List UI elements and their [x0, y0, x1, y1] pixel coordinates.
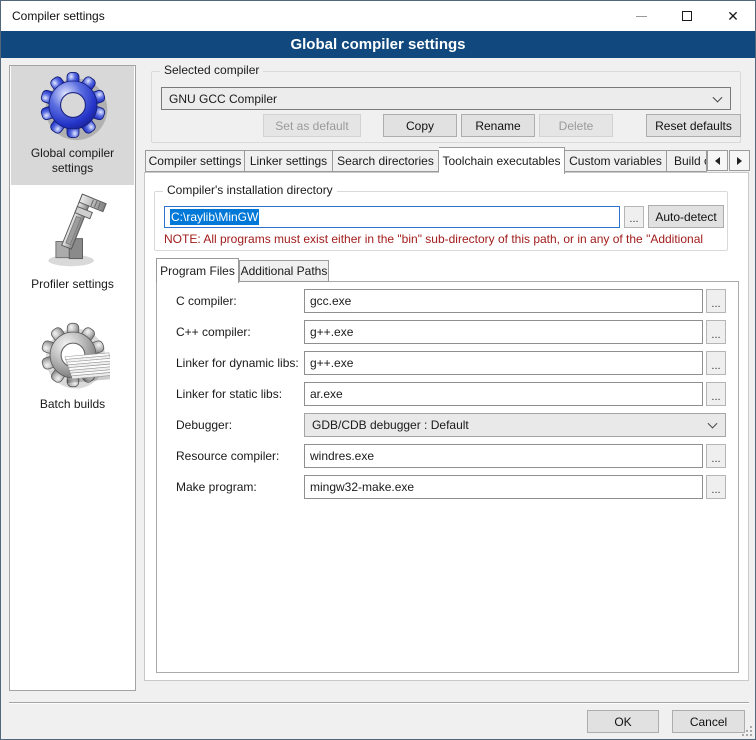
- group-legend: Compiler's installation directory: [163, 183, 337, 197]
- tab-custom-variables[interactable]: Custom variables: [565, 150, 667, 172]
- titlebar[interactable]: Compiler settings ✕: [1, 1, 755, 31]
- sidebar-item-global-compiler-settings[interactable]: Global compiler settings: [11, 66, 134, 185]
- sidebar-item-label: Profiler settings: [27, 275, 118, 298]
- c-compiler-input[interactable]: gcc.exe: [304, 289, 703, 313]
- sidebar-item-batch-builds[interactable]: Batch builds: [11, 310, 134, 428]
- chevron-down-icon: [713, 92, 723, 102]
- compiler-select-value: GNU GCC Compiler: [169, 92, 277, 106]
- tab-scroll-right-button[interactable]: [729, 150, 750, 171]
- installation-directory-input[interactable]: C:\raylib\MinGW: [164, 206, 620, 228]
- debugger-select[interactable]: GDB/CDB debugger : Default: [304, 413, 726, 437]
- minimize-icon: [636, 16, 647, 17]
- delete-button[interactable]: Delete: [539, 114, 613, 137]
- c-compiler-browse-button[interactable]: ...: [706, 289, 726, 313]
- left-arrow-icon: [715, 157, 720, 165]
- dialog-banner: Global compiler settings: [1, 31, 755, 58]
- auto-detect-button[interactable]: Auto-detect: [648, 205, 724, 228]
- minimize-button[interactable]: [618, 1, 664, 31]
- maximize-button[interactable]: [664, 1, 710, 31]
- field-label: C++ compiler:: [176, 320, 251, 343]
- gray-gear-stack-icon: [36, 318, 110, 395]
- subtab-program-files[interactable]: Program Files: [156, 258, 239, 283]
- field-label: C compiler:: [176, 289, 237, 312]
- tab-search-directories[interactable]: Search directories: [333, 150, 439, 172]
- subtab-additional-paths[interactable]: Additional Paths: [239, 260, 329, 282]
- settings-category-list: Global compiler settings: [9, 65, 136, 691]
- banner-title: Global compiler settings: [290, 36, 465, 53]
- copy-button[interactable]: Copy: [383, 114, 457, 137]
- window-title: Compiler settings: [12, 1, 105, 31]
- installation-directory-browse-button[interactable]: ...: [624, 206, 644, 228]
- tab-build-options[interactable]: Build options: [667, 150, 707, 172]
- cancel-button[interactable]: Cancel: [672, 710, 745, 733]
- cpp-compiler-input[interactable]: g++.exe: [304, 320, 703, 344]
- resource-compiler-input[interactable]: windres.exe: [304, 444, 703, 468]
- caliper-icon: [35, 192, 111, 275]
- rename-button[interactable]: Rename: [461, 114, 535, 137]
- sidebar-item-label: Batch builds: [36, 395, 109, 418]
- tab-compiler-settings[interactable]: Compiler settings: [145, 150, 245, 172]
- tab-linker-settings[interactable]: Linker settings: [245, 150, 333, 172]
- static-linker-browse-button[interactable]: ...: [706, 382, 726, 406]
- ok-button[interactable]: OK: [587, 710, 659, 733]
- make-program-input[interactable]: mingw32-make.exe: [304, 475, 703, 499]
- compiler-settings-dialog: Compiler settings ✕ Global compiler sett…: [0, 0, 756, 740]
- right-arrow-icon: [737, 157, 742, 165]
- footer-separator: [9, 702, 749, 704]
- field-label: Resource compiler:: [176, 444, 279, 467]
- bin-subdirectory-note: NOTE: All programs must exist either in …: [164, 232, 724, 246]
- set-as-default-button[interactable]: Set as default: [263, 114, 361, 137]
- field-label: Debugger:: [176, 413, 232, 436]
- field-label: Make program:: [176, 475, 257, 498]
- close-icon: ✕: [727, 9, 739, 23]
- resize-grip[interactable]: [740, 724, 752, 736]
- maximize-icon: [682, 11, 692, 21]
- sidebar-item-label: Global compiler settings: [11, 144, 134, 182]
- reset-defaults-button[interactable]: Reset defaults: [646, 114, 741, 137]
- cpp-compiler-browse-button[interactable]: ...: [706, 320, 726, 344]
- tab-scroll-left-button[interactable]: [707, 150, 728, 171]
- close-button[interactable]: ✕: [710, 1, 756, 31]
- group-legend: Selected compiler: [160, 63, 263, 77]
- tab-toolchain-executables[interactable]: Toolchain executables: [439, 147, 565, 174]
- make-program-browse-button[interactable]: ...: [706, 475, 726, 499]
- sidebar-item-profiler-settings[interactable]: Profiler settings: [11, 190, 134, 302]
- chevron-down-icon: [708, 419, 718, 429]
- debugger-select-value: GDB/CDB debugger : Default: [312, 418, 469, 432]
- static-linker-input[interactable]: ar.exe: [304, 382, 703, 406]
- resource-compiler-browse-button[interactable]: ...: [706, 444, 726, 468]
- compiler-select[interactable]: GNU GCC Compiler: [161, 87, 731, 110]
- dynamic-linker-browse-button[interactable]: ...: [706, 351, 726, 375]
- field-label: Linker for dynamic libs:: [176, 351, 299, 374]
- blue-gear-icon: [37, 69, 109, 144]
- dynamic-linker-input[interactable]: g++.exe: [304, 351, 703, 375]
- field-label: Linker for static libs:: [176, 382, 282, 405]
- installation-directory-value: C:\raylib\MinGW: [170, 209, 259, 225]
